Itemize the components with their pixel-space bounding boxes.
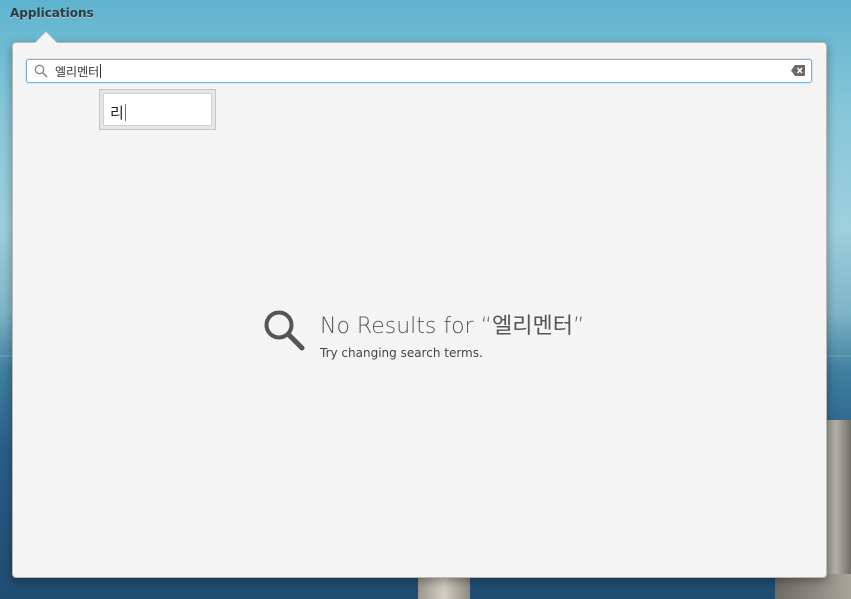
applications-menu-button[interactable]: Applications <box>10 6 94 20</box>
search-icon <box>34 64 48 78</box>
search-icon <box>264 310 305 351</box>
ime-preedit-field: 리 <box>103 93 212 126</box>
ime-caret <box>124 104 126 121</box>
ime-preedit-window: 리 <box>99 89 216 130</box>
popover-arrow <box>35 32 57 43</box>
top-panel: Applications <box>0 0 851 28</box>
backspace-clear-icon[interactable] <box>791 65 805 76</box>
applications-popover: 엘리멘터 리 No Results for “엘리멘터” Try changin… <box>12 42 827 578</box>
search-input-value: 엘리멘터 <box>55 64 102 79</box>
ime-composing-text: 리 <box>110 104 126 122</box>
no-results-subtitle: Try changing search terms. <box>320 346 483 360</box>
search-input[interactable]: 엘리멘터 <box>26 59 812 83</box>
text-caret <box>100 64 102 78</box>
no-results-title: No Results for “엘리멘터” <box>320 314 585 339</box>
